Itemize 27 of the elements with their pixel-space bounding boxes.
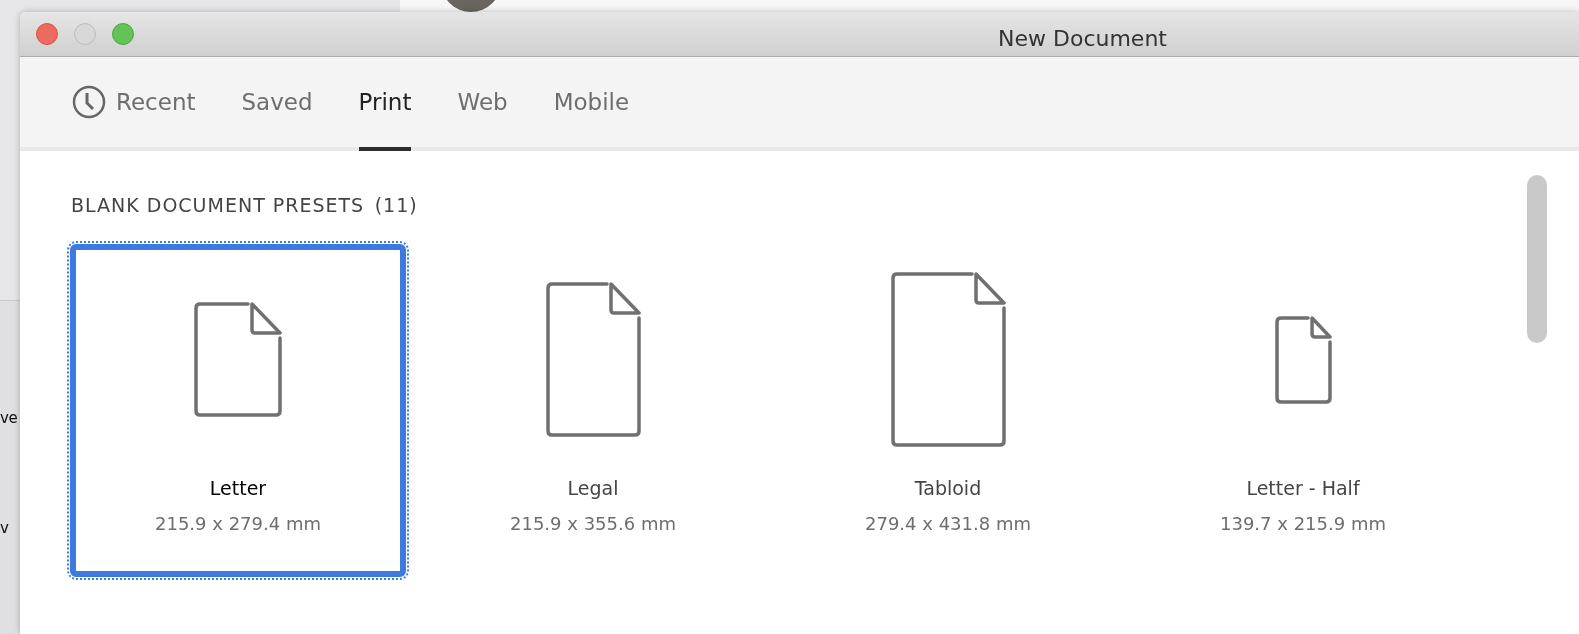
preset-size: 279.4 x 431.8 mm (865, 512, 1031, 536)
preset-name: Letter - Half (1246, 475, 1360, 501)
window-title: New Document (998, 25, 1167, 53)
preset-size: 215.9 x 279.4 mm (155, 512, 321, 536)
preset-name: Legal (567, 475, 619, 501)
document-icon (890, 272, 1006, 447)
scrollbar-thumb[interactable] (1527, 175, 1547, 343)
tab[interactable]: Saved (241, 57, 313, 151)
clock-icon (72, 85, 106, 119)
preset-name: Letter (209, 475, 267, 501)
document-icon (545, 282, 641, 437)
background-text: ve (0, 411, 18, 426)
background-text: v (0, 521, 9, 536)
document-icon (1274, 315, 1332, 404)
tab[interactable]: Mobile (553, 57, 630, 151)
preset-size: 215.9 x 355.6 mm (510, 512, 676, 536)
tab[interactable]: Recent (72, 57, 196, 151)
preset-name: Tabloid (914, 475, 982, 501)
tab[interactable]: Print (358, 57, 412, 151)
section-heading: BLANK DOCUMENT PRESETS (11) (71, 193, 419, 218)
preset-card[interactable]: Letter 215.9 x 279.4 mm (70, 243, 406, 577)
zoom-button[interactable] (112, 23, 134, 45)
close-button[interactable] (36, 23, 58, 45)
preset-size: 139.7 x 215.9 mm (1220, 512, 1386, 536)
document-icon (194, 302, 282, 417)
minimize-button[interactable] (74, 23, 96, 45)
tab[interactable]: Web (457, 57, 508, 151)
